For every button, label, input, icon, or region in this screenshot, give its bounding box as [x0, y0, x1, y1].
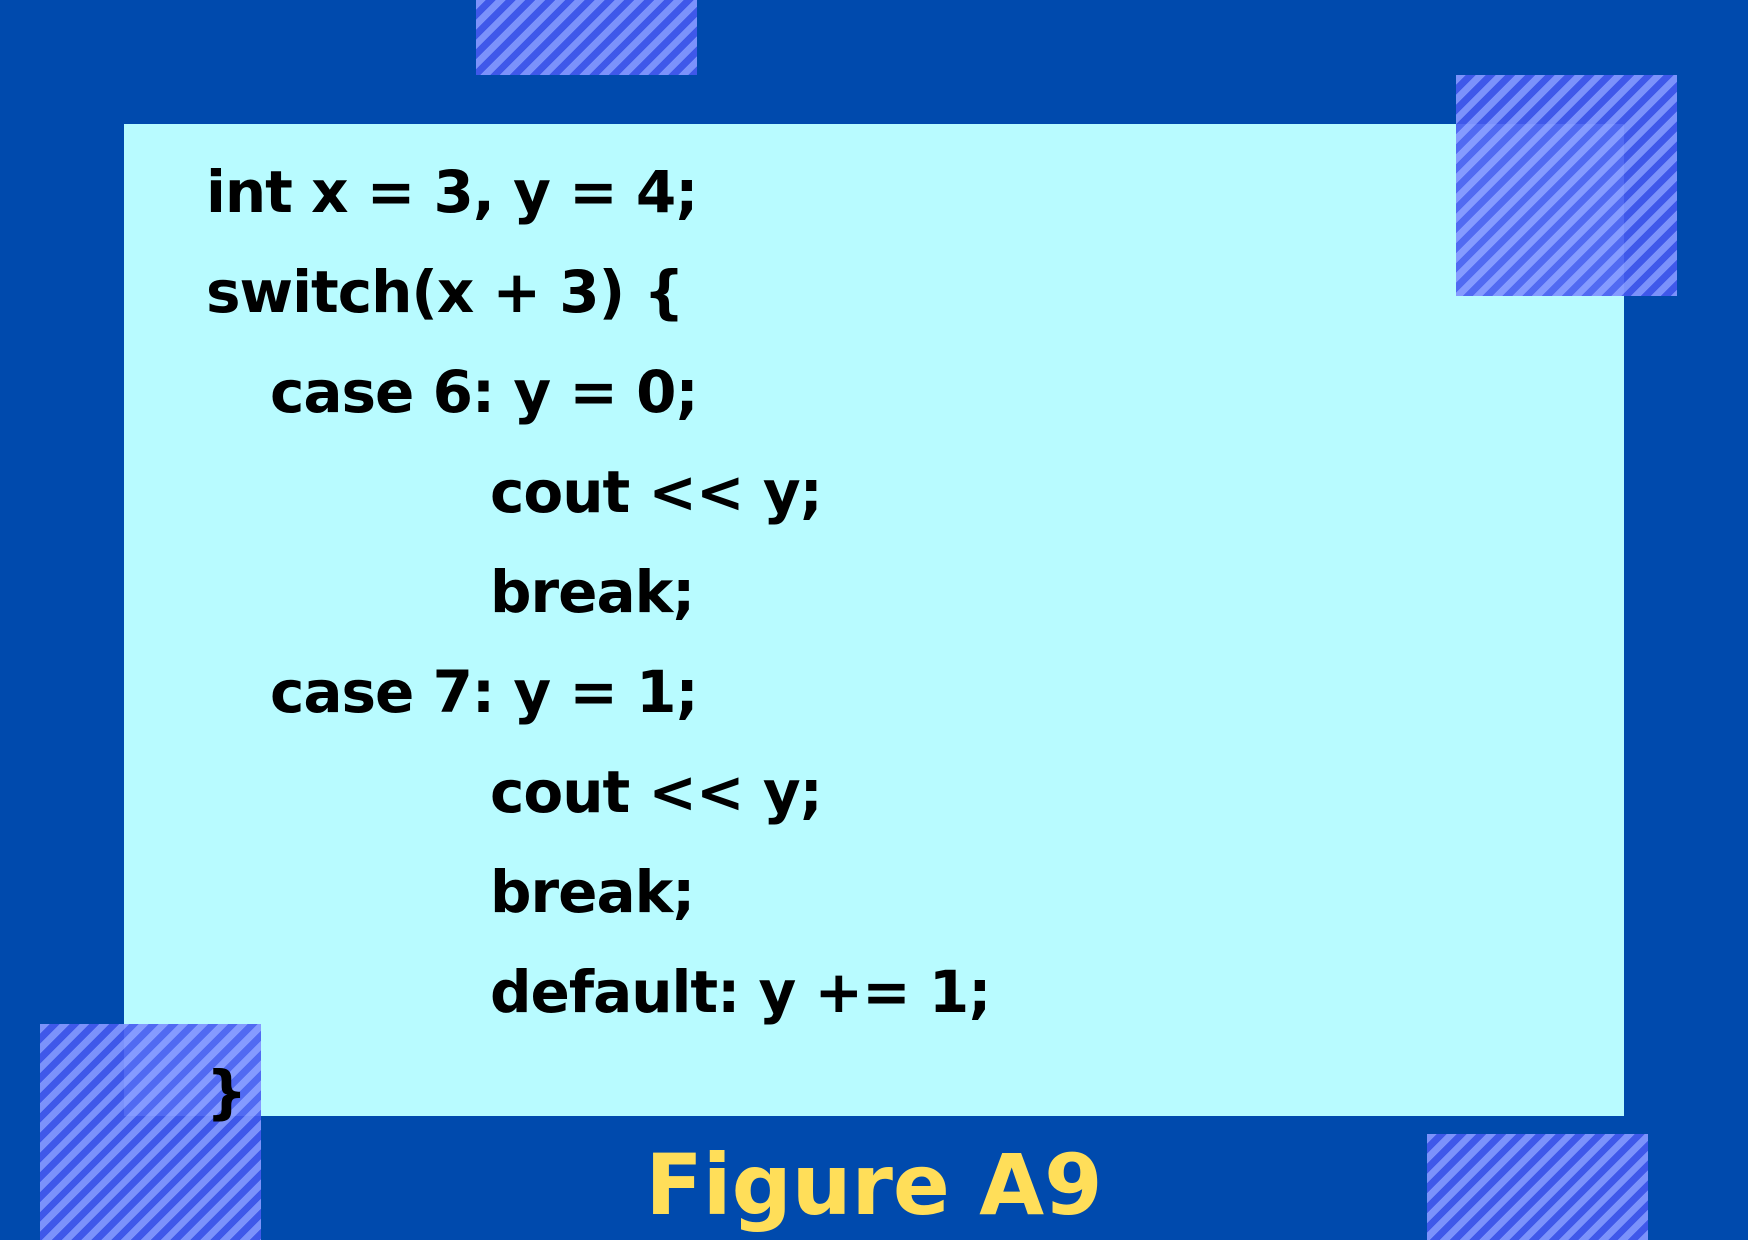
code-line: int x = 3, y = 4;	[206, 158, 698, 226]
code-line: break;	[490, 858, 695, 926]
code-line: cout << y;	[490, 758, 823, 826]
code-line: default: y += 1;	[490, 958, 991, 1026]
hatch-decoration-top-right	[1456, 75, 1677, 296]
code-line: case 6: y = 0;	[270, 358, 699, 426]
code-line: switch(x + 3) {	[206, 258, 685, 326]
code-line: case 7: y = 1;	[270, 658, 699, 726]
code-line: break;	[490, 558, 695, 626]
figure-caption: Figure A9	[645, 1136, 1103, 1234]
code-line: }	[206, 1058, 247, 1126]
hatch-decoration-top	[476, 0, 697, 75]
code-line: cout << y;	[490, 458, 823, 526]
